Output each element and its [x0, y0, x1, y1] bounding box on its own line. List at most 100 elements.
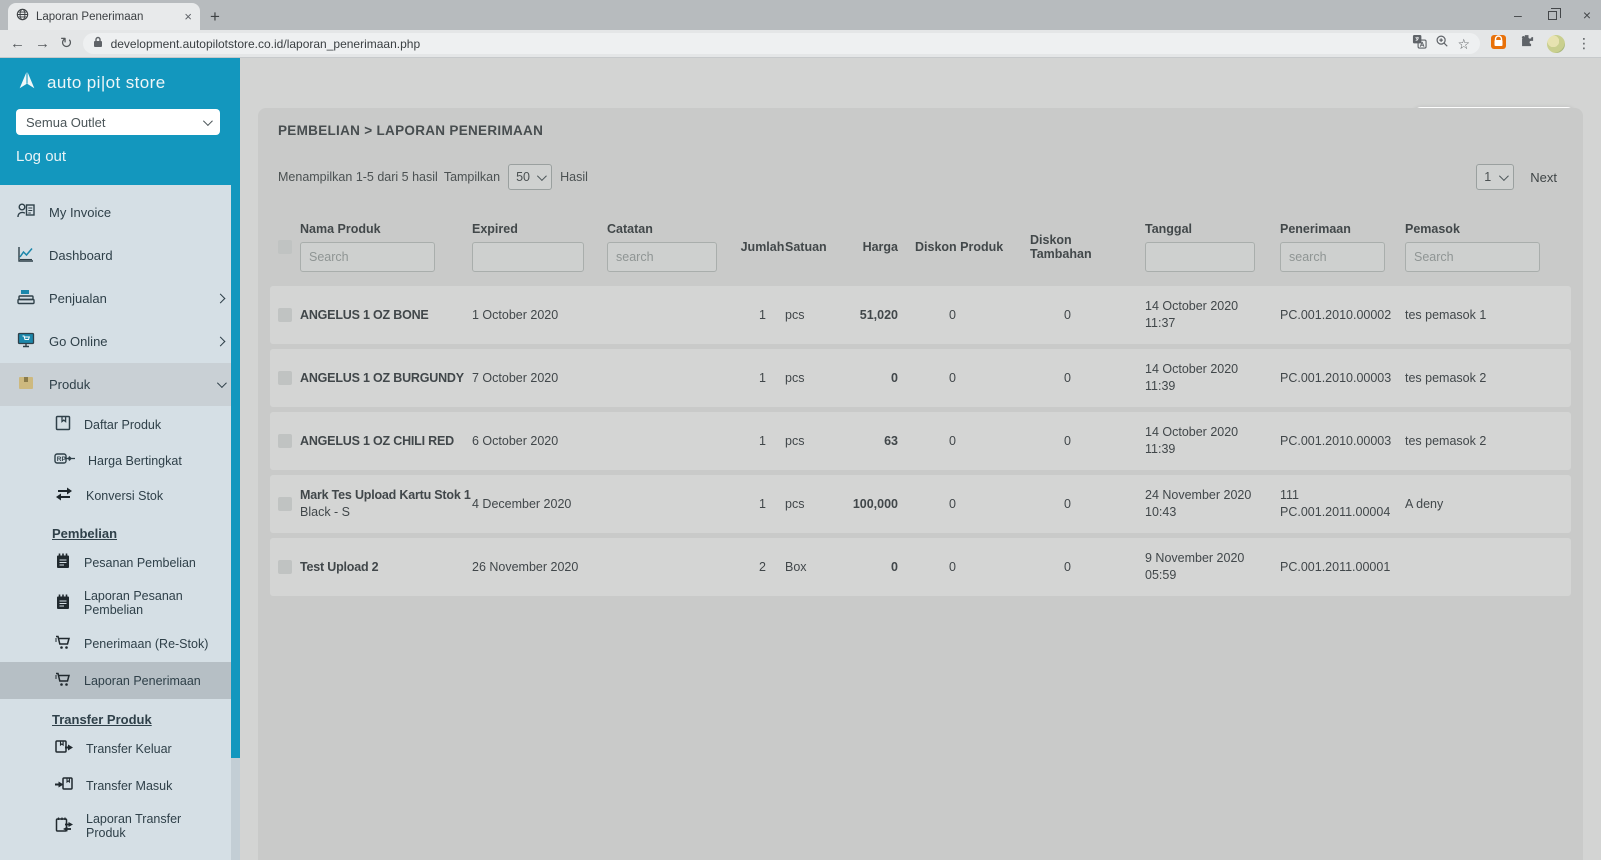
- page-size-select[interactable]: 50: [508, 164, 552, 190]
- pemasok-cell: A deny: [1390, 496, 1571, 513]
- pagination: 1 Next: [1476, 164, 1563, 190]
- address-bar[interactable]: development.autopilotstore.co.id/laporan…: [83, 33, 1480, 54]
- showing-results-text: Menampilkan 1-5 dari 5 hasil: [278, 170, 438, 184]
- select-all-checkbox[interactable]: [278, 240, 292, 254]
- extensions-puzzle-icon[interactable]: [1519, 33, 1535, 54]
- outlet-select[interactable]: Semua Outlet: [16, 109, 220, 135]
- sidebar-scrollbar[interactable]: [231, 185, 240, 860]
- col-jumlah: Jumlah: [740, 240, 785, 254]
- catatan-search-input[interactable]: [607, 242, 717, 272]
- table-row[interactable]: Mark Tes Upload Kartu Stok 1 Black - S 4…: [270, 475, 1571, 533]
- browser-tab[interactable]: Laporan Penerimaan ×: [8, 3, 200, 30]
- table-row[interactable]: ANGELUS 1 OZ BURGUNDY 7 October 2020 1 p…: [270, 349, 1571, 407]
- sidebar-item-harga-bertingkat[interactable]: RP Harga Bertingkat: [0, 443, 240, 478]
- table-row[interactable]: ANGELUS 1 OZ CHILI RED 6 October 2020 1 …: [270, 412, 1571, 470]
- rp-price-tag-icon: RP: [54, 451, 76, 470]
- harga-cell: 63: [843, 433, 900, 450]
- penerimaan-cell: PC.001.2010.00003: [1265, 370, 1390, 387]
- row-checkbox[interactable]: [278, 434, 292, 448]
- sidebar-item-pesanan-pembelian[interactable]: Pesanan Pembelian: [0, 544, 240, 581]
- window-minimize-button[interactable]: –: [1514, 8, 1522, 22]
- penerimaan-cell: PC.001.2010.00003: [1265, 433, 1390, 450]
- cart-icon: [54, 633, 72, 654]
- back-button[interactable]: ←: [10, 36, 25, 51]
- penerimaan-cell: PC.001.2011.00001: [1265, 559, 1390, 576]
- sidebar-item-go-online[interactable]: Go Online: [0, 320, 240, 363]
- sidebar-item-daftar-produk[interactable]: Daftar Produk: [0, 406, 240, 443]
- sidebar-item-penjualan[interactable]: Penjualan: [0, 277, 240, 320]
- forward-button[interactable]: →: [35, 36, 50, 51]
- row-checkbox[interactable]: [278, 308, 292, 322]
- tanggal-filter-input[interactable]: [1145, 242, 1255, 272]
- jumlah-cell: 1: [740, 496, 785, 513]
- expired-cell: 4 December 2020: [472, 496, 607, 513]
- tab-title: Laporan Penerimaan: [36, 11, 177, 23]
- satuan-cell: pcs: [785, 433, 843, 450]
- row-checkbox[interactable]: [278, 560, 292, 574]
- page-number-select[interactable]: 1: [1476, 164, 1514, 190]
- jumlah-cell: 1: [740, 307, 785, 324]
- sidebar-item-laporan-pesanan-pembelian[interactable]: Laporan Pesanan Pembelian: [0, 581, 240, 625]
- row-checkbox[interactable]: [278, 371, 292, 385]
- zoom-icon[interactable]: [1435, 34, 1449, 53]
- diskon-tambahan-cell: 0: [1005, 433, 1130, 450]
- harga-cell: 0: [843, 559, 900, 576]
- col-penerimaan: Penerimaan: [1280, 222, 1390, 236]
- expired-filter-input[interactable]: [472, 242, 584, 272]
- sidebar-item-penerimaan-restok[interactable]: Penerimaan (Re-Stok): [0, 625, 240, 662]
- tanggal-cell: 14 October 202011:37: [1130, 298, 1265, 332]
- box-arrow-out-icon: [54, 738, 74, 759]
- jumlah-cell: 2: [740, 559, 785, 576]
- expired-cell: 7 October 2020: [472, 370, 607, 387]
- section-title-pembelian: Pembelian: [52, 526, 240, 541]
- bookmark-star-icon[interactable]: ☆: [1457, 37, 1470, 51]
- arrow-into-box-icon: [54, 775, 74, 796]
- pemasok-cell: tes pemasok 2: [1390, 370, 1571, 387]
- hasil-label: Hasil: [560, 170, 588, 184]
- product-name: Test Upload 2: [300, 559, 472, 576]
- penerimaan-search-input[interactable]: [1280, 242, 1385, 272]
- window-restore-button[interactable]: [1548, 8, 1557, 22]
- translate-icon[interactable]: [1412, 34, 1427, 54]
- paper-plane-logo-icon: [16, 69, 38, 96]
- sidebar-item-my-invoice[interactable]: My Invoice: [0, 191, 240, 234]
- col-satuan: Satuan: [785, 240, 843, 254]
- svg-text:RP: RP: [57, 456, 67, 463]
- reload-button[interactable]: ↻: [60, 36, 73, 51]
- profile-avatar[interactable]: [1547, 35, 1565, 53]
- sidebar-item-laporan-transfer-produk[interactable]: Laporan Transfer Produk: [0, 804, 240, 848]
- tab-close-icon[interactable]: ×: [184, 9, 192, 24]
- new-tab-button[interactable]: +: [210, 7, 220, 27]
- chart-icon: [16, 244, 36, 267]
- sidebar-menu: My Invoice Dashboard Penjualan Go Onli: [0, 185, 240, 848]
- chevron-right-icon: [216, 337, 226, 347]
- next-page-link[interactable]: Next: [1530, 170, 1557, 185]
- table-row[interactable]: Test Upload 2 26 November 2020 2 Box 0 0…: [270, 538, 1571, 596]
- sidebar-item-dashboard[interactable]: Dashboard: [0, 234, 240, 277]
- satuan-cell: pcs: [785, 370, 843, 387]
- product-name: ANGELUS 1 OZ BURGUNDY: [300, 370, 472, 387]
- browser-tab-strip: Laporan Penerimaan × + – ×: [0, 0, 1601, 30]
- pemasok-search-input[interactable]: [1405, 242, 1540, 272]
- sidebar-item-laporan-penerimaan[interactable]: Laporan Penerimaan: [0, 662, 240, 699]
- sidebar-item-transfer-keluar[interactable]: Transfer Keluar: [0, 730, 240, 767]
- shop-extension-icon[interactable]: [1490, 33, 1507, 55]
- browser-menu-icon[interactable]: ⋮: [1577, 35, 1591, 52]
- tanggal-cell: 14 October 202011:39: [1130, 361, 1265, 395]
- sidebar-item-transfer-masuk[interactable]: Transfer Masuk: [0, 767, 240, 804]
- chevron-right-icon: [216, 294, 226, 304]
- diskon-produk-cell: 0: [900, 433, 1005, 450]
- window-close-button[interactable]: ×: [1583, 8, 1591, 22]
- row-checkbox[interactable]: [278, 497, 292, 511]
- diskon-produk-cell: 0: [900, 496, 1005, 513]
- sidebar-item-konversi-stok[interactable]: Konversi Stok: [0, 478, 240, 513]
- logout-link[interactable]: Log out: [16, 148, 224, 165]
- nama-produk-search-input[interactable]: [300, 242, 435, 272]
- sidebar-scrollbar-thumb[interactable]: [231, 185, 240, 758]
- diskon-tambahan-cell: 0: [1005, 307, 1130, 324]
- content-card: PEMBELIAN > LAPORAN PENERIMAAN Menampilk…: [258, 108, 1583, 860]
- expired-cell: 26 November 2020: [472, 559, 607, 576]
- table-row[interactable]: ANGELUS 1 OZ BONE 1 October 2020 1 pcs 5…: [270, 286, 1571, 344]
- sidebar-item-produk[interactable]: Produk: [0, 363, 240, 406]
- col-catatan: Catatan: [607, 222, 740, 236]
